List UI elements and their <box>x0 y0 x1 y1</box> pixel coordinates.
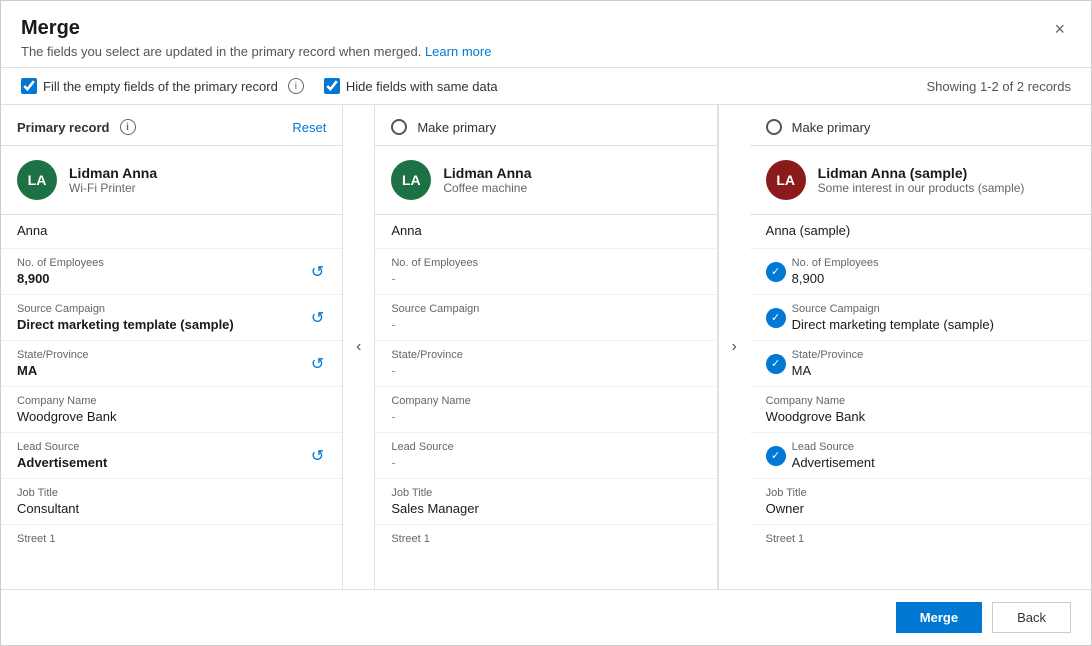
primary-job-title-value: Consultant <box>17 501 326 516</box>
s2-source-campaign-check-icon: ✓ <box>766 308 786 328</box>
columns-wrapper: Primary record i Reset LA Lidman Anna Wi… <box>1 105 1091 589</box>
secondary2-record-sub: Some interest in our products (sample) <box>818 181 1025 195</box>
fill-empty-checkbox[interactable] <box>21 78 37 94</box>
secondary2-firstname-section: Anna (sample) <box>750 215 1091 246</box>
s2-lead-source-row: ✓ Lead Source Advertisement <box>750 435 1091 476</box>
secondary1-record-sub: Coffee machine <box>443 181 531 195</box>
primary-street1-row: Street 1 <box>1 527 342 553</box>
primary-source-campaign-label: Source Campaign <box>17 303 309 315</box>
fill-empty-info-icon[interactable]: i <box>288 78 304 94</box>
dialog-header: Merge The fields you select are updated … <box>1 1 1091 68</box>
secondary1-col-header: Make primary <box>375 105 716 146</box>
primary-record-details: Lidman Anna Wi-Fi Printer <box>69 165 157 195</box>
s1-lead-source-row: Lead Source - <box>375 435 716 476</box>
primary-company-label: Company Name <box>17 395 326 407</box>
reset-link[interactable]: Reset <box>292 120 326 135</box>
s2-state-row: ✓ State/Province MA <box>750 343 1091 384</box>
primary-lead-source-label: Lead Source <box>17 441 309 453</box>
primary-label: Primary record i <box>17 119 136 135</box>
back-button[interactable]: Back <box>992 602 1071 633</box>
dialog-title: Merge <box>21 17 491 40</box>
secondary1-record-info: LA Lidman Anna Coffee machine <box>375 146 716 215</box>
primary-avatar: LA <box>17 160 57 200</box>
secondary2-firstname: Anna (sample) <box>766 223 1075 238</box>
secondary2-avatar: LA <box>766 160 806 200</box>
secondary2-make-primary-radio[interactable] <box>766 119 782 135</box>
primary-col-header: Primary record i Reset <box>1 105 342 146</box>
secondary-column-2: Make primary LA Lidman Anna (sample) Som… <box>750 105 1091 589</box>
employees-reset-icon[interactable]: ↺ <box>309 260 326 284</box>
merge-dialog: Merge The fields you select are updated … <box>0 0 1092 646</box>
s1-state-row: State/Province - <box>375 343 716 384</box>
secondary1-record-name: Lidman Anna <box>443 165 531 181</box>
close-button[interactable]: × <box>1048 17 1071 42</box>
s2-lead-source-check-icon: ✓ <box>766 446 786 466</box>
primary-record-info: LA Lidman Anna Wi-Fi Printer <box>1 146 342 215</box>
primary-company-value: Woodgrove Bank <box>17 409 326 424</box>
showing-text: Showing 1-2 of 2 records <box>926 79 1071 94</box>
primary-source-campaign-value: Direct marketing template (sample) <box>17 317 309 332</box>
primary-firstname: Anna <box>17 223 326 238</box>
s1-source-campaign-row: Source Campaign - <box>375 297 716 338</box>
secondary1-record-details: Lidman Anna Coffee machine <box>443 165 531 195</box>
state-reset-icon[interactable]: ↺ <box>309 352 326 376</box>
fill-empty-checkbox-label[interactable]: Fill the empty fields of the primary rec… <box>21 78 304 94</box>
lead-source-reset-icon[interactable]: ↺ <box>309 444 326 468</box>
s1-job-title-row: Job Title Sales Manager <box>375 481 716 522</box>
hide-same-checkbox[interactable] <box>324 78 340 94</box>
secondary-column-1: Make primary LA Lidman Anna Coffee machi… <box>375 105 717 589</box>
secondary2-col-header: Make primary <box>750 105 1091 146</box>
source-campaign-reset-icon[interactable]: ↺ <box>309 306 326 330</box>
primary-source-campaign-row: Source Campaign Direct marketing templat… <box>1 297 342 338</box>
secondary1-firstname-section: Anna <box>375 215 716 246</box>
primary-firstname-section: Anna <box>1 215 342 246</box>
s2-employees-check-icon: ✓ <box>766 262 786 282</box>
dialog-footer: Merge Back <box>1 589 1091 645</box>
primary-company-row: Company Name Woodgrove Bank <box>1 389 342 430</box>
content-area: Primary record i Reset LA Lidman Anna Wi… <box>1 105 1091 589</box>
secondary2-record-details: Lidman Anna (sample) Some interest in ou… <box>818 165 1025 195</box>
primary-state-value: MA <box>17 363 309 378</box>
s1-street1-row: Street 1 <box>375 527 716 553</box>
dialog-subtitle: The fields you select are updated in the… <box>21 44 491 59</box>
primary-record-sub: Wi-Fi Printer <box>69 181 157 195</box>
toolbar-left: Fill the empty fields of the primary rec… <box>21 78 498 94</box>
s1-employees-row: No. of Employees - <box>375 251 716 292</box>
primary-state-row: State/Province MA ↺ <box>1 343 342 384</box>
primary-state-label: State/Province <box>17 349 309 361</box>
s2-source-campaign-row: ✓ Source Campaign Direct marketing templ… <box>750 297 1091 338</box>
primary-job-title-label: Job Title <box>17 487 326 499</box>
s1-company-row: Company Name - <box>375 389 716 430</box>
learn-more-link[interactable]: Learn more <box>425 44 491 59</box>
merge-button[interactable]: Merge <box>896 602 982 633</box>
primary-employees-row: No. of Employees 8,900 ↺ <box>1 251 342 292</box>
s2-company-row: Company Name Woodgrove Bank <box>750 389 1091 430</box>
primary-job-title-row: Job Title Consultant <box>1 481 342 522</box>
secondary1-firstname: Anna <box>391 223 700 238</box>
s2-job-title-row: Job Title Owner <box>750 481 1091 522</box>
secondary1-avatar: LA <box>391 160 431 200</box>
toolbar: Fill the empty fields of the primary rec… <box>1 68 1091 105</box>
primary-employees-value: 8,900 <box>17 271 309 286</box>
hide-same-checkbox-label[interactable]: Hide fields with same data <box>324 78 498 94</box>
s2-street1-row: Street 1 <box>750 527 1091 553</box>
header-text: Merge The fields you select are updated … <box>21 17 491 59</box>
primary-employees-label: No. of Employees <box>17 257 309 269</box>
primary-lead-source-value: Advertisement <box>17 455 309 470</box>
secondary1-make-primary-radio[interactable] <box>391 119 407 135</box>
s2-employees-row: ✓ No. of Employees 8,900 <box>750 251 1091 292</box>
secondary2-header-label: Make primary <box>792 120 871 135</box>
primary-record-name: Lidman Anna <box>69 165 157 181</box>
primary-column: Primary record i Reset LA Lidman Anna Wi… <box>1 105 343 589</box>
primary-lead-source-row: Lead Source Advertisement ↺ <box>1 435 342 476</box>
s2-state-check-icon: ✓ <box>766 354 786 374</box>
primary-street1-label: Street 1 <box>17 533 326 545</box>
secondary1-header-label: Make primary <box>417 120 496 135</box>
secondary2-record-info: LA Lidman Anna (sample) Some interest in… <box>750 146 1091 215</box>
secondary2-record-name: Lidman Anna (sample) <box>818 165 1025 181</box>
primary-record-info-icon[interactable]: i <box>120 119 136 135</box>
nav-left-arrow[interactable]: ‹ <box>343 105 375 589</box>
nav-right-arrow[interactable]: › <box>718 105 750 589</box>
